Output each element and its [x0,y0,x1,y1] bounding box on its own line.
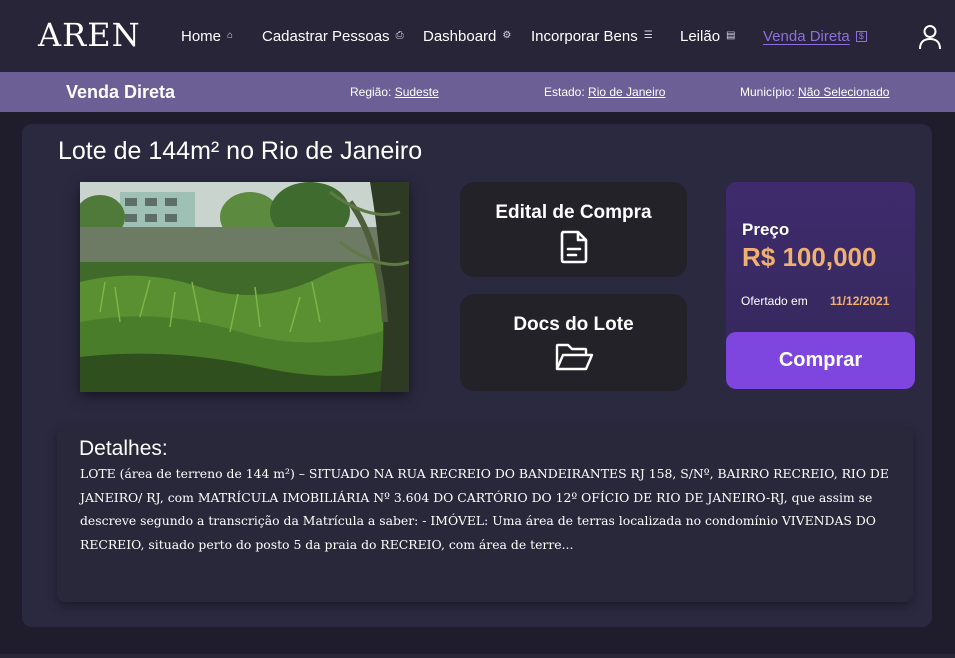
nav-leilao-label: Leilão [680,27,721,45]
details-title: Detalhes: [79,437,168,460]
price-card: Preço R$ 100,000 Ofertado em 11/12/2021 … [726,182,915,389]
auction-icon: ▤ [726,30,736,41]
municipio-label: Município: [740,85,799,99]
top-navbar: AREN Home ⌂ Cadastrar Pessoas ⎙ Dashboar… [0,0,955,72]
details-text: LOTE (área de terreno de 144 m²) – SITUA… [80,466,889,552]
nav-dashboard[interactable]: Dashboard ⚙ [423,26,511,46]
filter-bar: Venda Direta Região: Sudeste Estado: Rio… [0,72,955,112]
docs-do-lote-button[interactable]: Docs do Lote [460,294,687,391]
regiao-label: Região: [350,85,395,99]
nav-leilao[interactable]: Leilão ▤ [680,26,736,46]
municipio-filter: Município: Não Selecionado [740,85,889,99]
nav-dashboard-label: Dashboard [423,27,497,45]
lote-photo-image [80,182,409,392]
edital-de-compra-button[interactable]: Edital de Compra [460,182,687,277]
nav-home[interactable]: Home ⌂ [181,26,233,46]
folder-open-icon [555,343,593,371]
estado-filter: Estado: Rio de Janeiro [544,85,665,99]
page-title: Venda Direta [66,82,176,102]
aren-logo[interactable]: AREN [38,16,141,54]
estado-select[interactable]: Rio de Janeiro [588,85,665,99]
estado-label: Estado: [544,85,589,99]
document-icon [560,230,587,264]
nav-cadastrar-pessoas-label: Cadastrar Pessoas [262,27,390,45]
incorporate-icon: ☰ [643,30,653,41]
register-icon: ⎙ [395,30,404,41]
nav-incorporar-bens[interactable]: Incorporar Bens ☰ [531,26,653,46]
nav-venda-direta-label: Venda Direta [763,27,850,45]
nav-cadastrar-pessoas[interactable]: Cadastrar Pessoas ⎙ [262,26,404,46]
regiao-filter: Região: Sudeste [350,85,439,99]
home-icon: ⌂ [227,30,234,41]
docs-label: Docs do Lote [513,314,634,335]
nav-home-label: Home [181,27,222,45]
offer-label: Ofertado em [741,294,808,308]
nav-venda-direta[interactable]: Venda Direta $ [763,26,867,46]
sale-icon: $ [855,30,867,42]
footer-strip [0,654,955,658]
edital-label: Edital de Compra [495,202,652,223]
offer-date: 11/12/2021 [830,294,890,308]
price-label: Preço [742,220,790,239]
lote-photo [80,182,409,392]
price-value: R$ 100,000 [742,242,877,272]
nav-incorporar-bens-label: Incorporar Bens [531,27,638,45]
lote-title: Lote de 144m² no Rio de Janeiro [58,137,423,165]
municipio-select[interactable]: Não Selecionado [798,85,889,99]
user-icon[interactable] [918,24,942,50]
comprar-button[interactable]: Comprar [726,332,915,389]
dashboard-icon: ⚙ [502,30,512,41]
regiao-select[interactable]: Sudeste [395,85,439,99]
details-panel: Detalhes: LOTE (área de terreno de 144 m… [57,427,913,602]
